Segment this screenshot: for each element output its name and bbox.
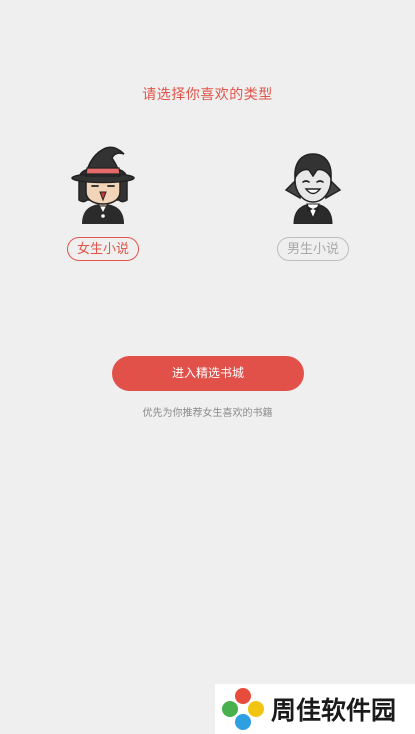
choice-male[interactable]: 男生小说 <box>263 146 363 261</box>
watermark-text: 周佳软件园 <box>271 696 397 725</box>
watermark: 周佳软件园 <box>215 684 415 734</box>
choice-female-label[interactable]: 女生小说 <box>67 237 139 261</box>
vampire-avatar-icon[interactable] <box>276 146 350 224</box>
page-title: 请选择你喜欢的类型 <box>142 87 273 103</box>
choice-male-label[interactable]: 男生小说 <box>277 237 349 261</box>
flower-logo-icon <box>222 688 264 730</box>
enter-store-button[interactable]: 进入精选书城 <box>112 356 304 391</box>
recommendation-hint: 优先为你推荐女生喜欢的书籍 <box>142 408 273 419</box>
choice-female[interactable]: 女生小说 <box>53 146 153 261</box>
witch-avatar-icon[interactable] <box>66 146 140 224</box>
